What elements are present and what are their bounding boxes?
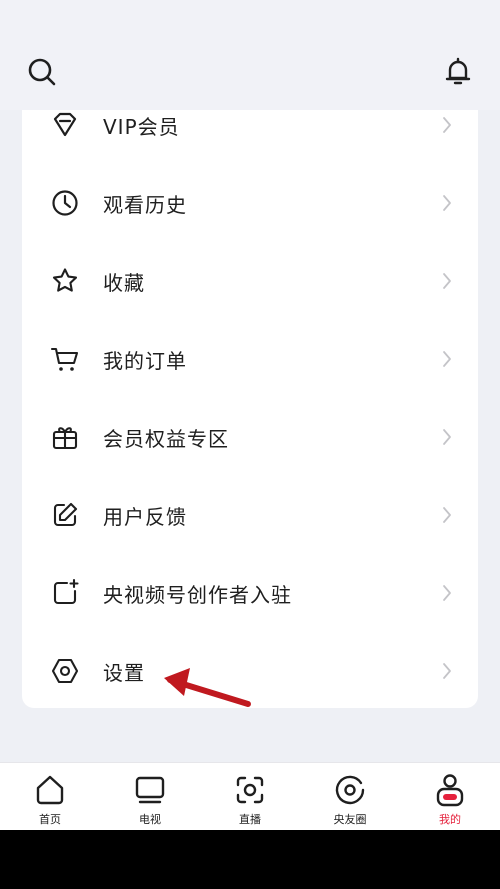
clock-icon [50,188,80,218]
tab-home[interactable]: 首页 [0,763,100,831]
menu-item-label: 观看历史 [103,192,187,217]
tab-tv[interactable]: 电视 [100,763,200,831]
tab-label: 电视 [139,813,161,826]
menu-item-label: VIP会员 [103,114,180,139]
menu-card: VIP会员 观看历史 收藏 我的订单 会员权益专区 用户反馈 央视频号创作者入驻… [22,110,478,708]
search-icon [28,58,56,86]
menu-item-vip[interactable]: VIP会员 [22,110,478,164]
menu-item-label: 央视频号创作者入驻 [103,582,292,607]
chevron-right-icon [440,193,454,213]
top-header [0,0,500,110]
menu-item-creator[interactable]: 央视频号创作者入驻 [22,554,478,632]
annotation-arrow-icon [164,668,251,707]
search-button[interactable] [24,54,60,90]
creator-icon [50,578,80,608]
tab-label: 直播 [239,813,261,826]
tv-icon [133,773,167,807]
menu-item-label: 设置 [103,660,145,685]
menu-item-label: 用户反馈 [103,504,187,529]
tab-circle[interactable]: 央友圈 [300,763,400,831]
chevron-right-icon [440,505,454,525]
menu-item-member-benefits[interactable]: 会员权益专区 [22,398,478,476]
star-icon [50,266,80,296]
chevron-right-icon [440,271,454,291]
gift-icon [50,422,80,452]
menu-item-label: 我的订单 [103,348,187,373]
bell-icon [445,57,471,85]
live-icon [233,773,267,807]
notification-button[interactable] [440,54,476,90]
tab-label: 首页 [39,813,61,826]
chevron-right-icon [440,427,454,447]
edit-icon [50,500,80,530]
settings-icon [50,656,80,686]
chevron-right-icon [440,583,454,603]
tab-live[interactable]: 直播 [200,763,300,831]
profile-icon [433,773,467,807]
home-icon [33,773,67,807]
bottom-tab-bar: 首页 电视 直播 央友圈 我的 [0,762,500,831]
cart-icon [50,344,80,374]
menu-item-favorites[interactable]: 收藏 [22,242,478,320]
chevron-right-icon [440,349,454,369]
system-bottom-area [0,830,500,889]
chevron-right-icon [440,115,454,135]
tab-label: 央友圈 [333,813,367,826]
tab-label: 我的 [439,813,461,826]
chevron-right-icon [440,661,454,681]
circle-icon [333,773,367,807]
tab-profile[interactable]: 我的 [400,763,500,831]
menu-item-history[interactable]: 观看历史 [22,164,478,242]
menu-item-label: 会员权益专区 [103,426,229,451]
menu-item-feedback[interactable]: 用户反馈 [22,476,478,554]
menu-item-orders[interactable]: 我的订单 [22,320,478,398]
menu-item-label: 收藏 [103,270,145,295]
diamond-icon [50,110,80,140]
